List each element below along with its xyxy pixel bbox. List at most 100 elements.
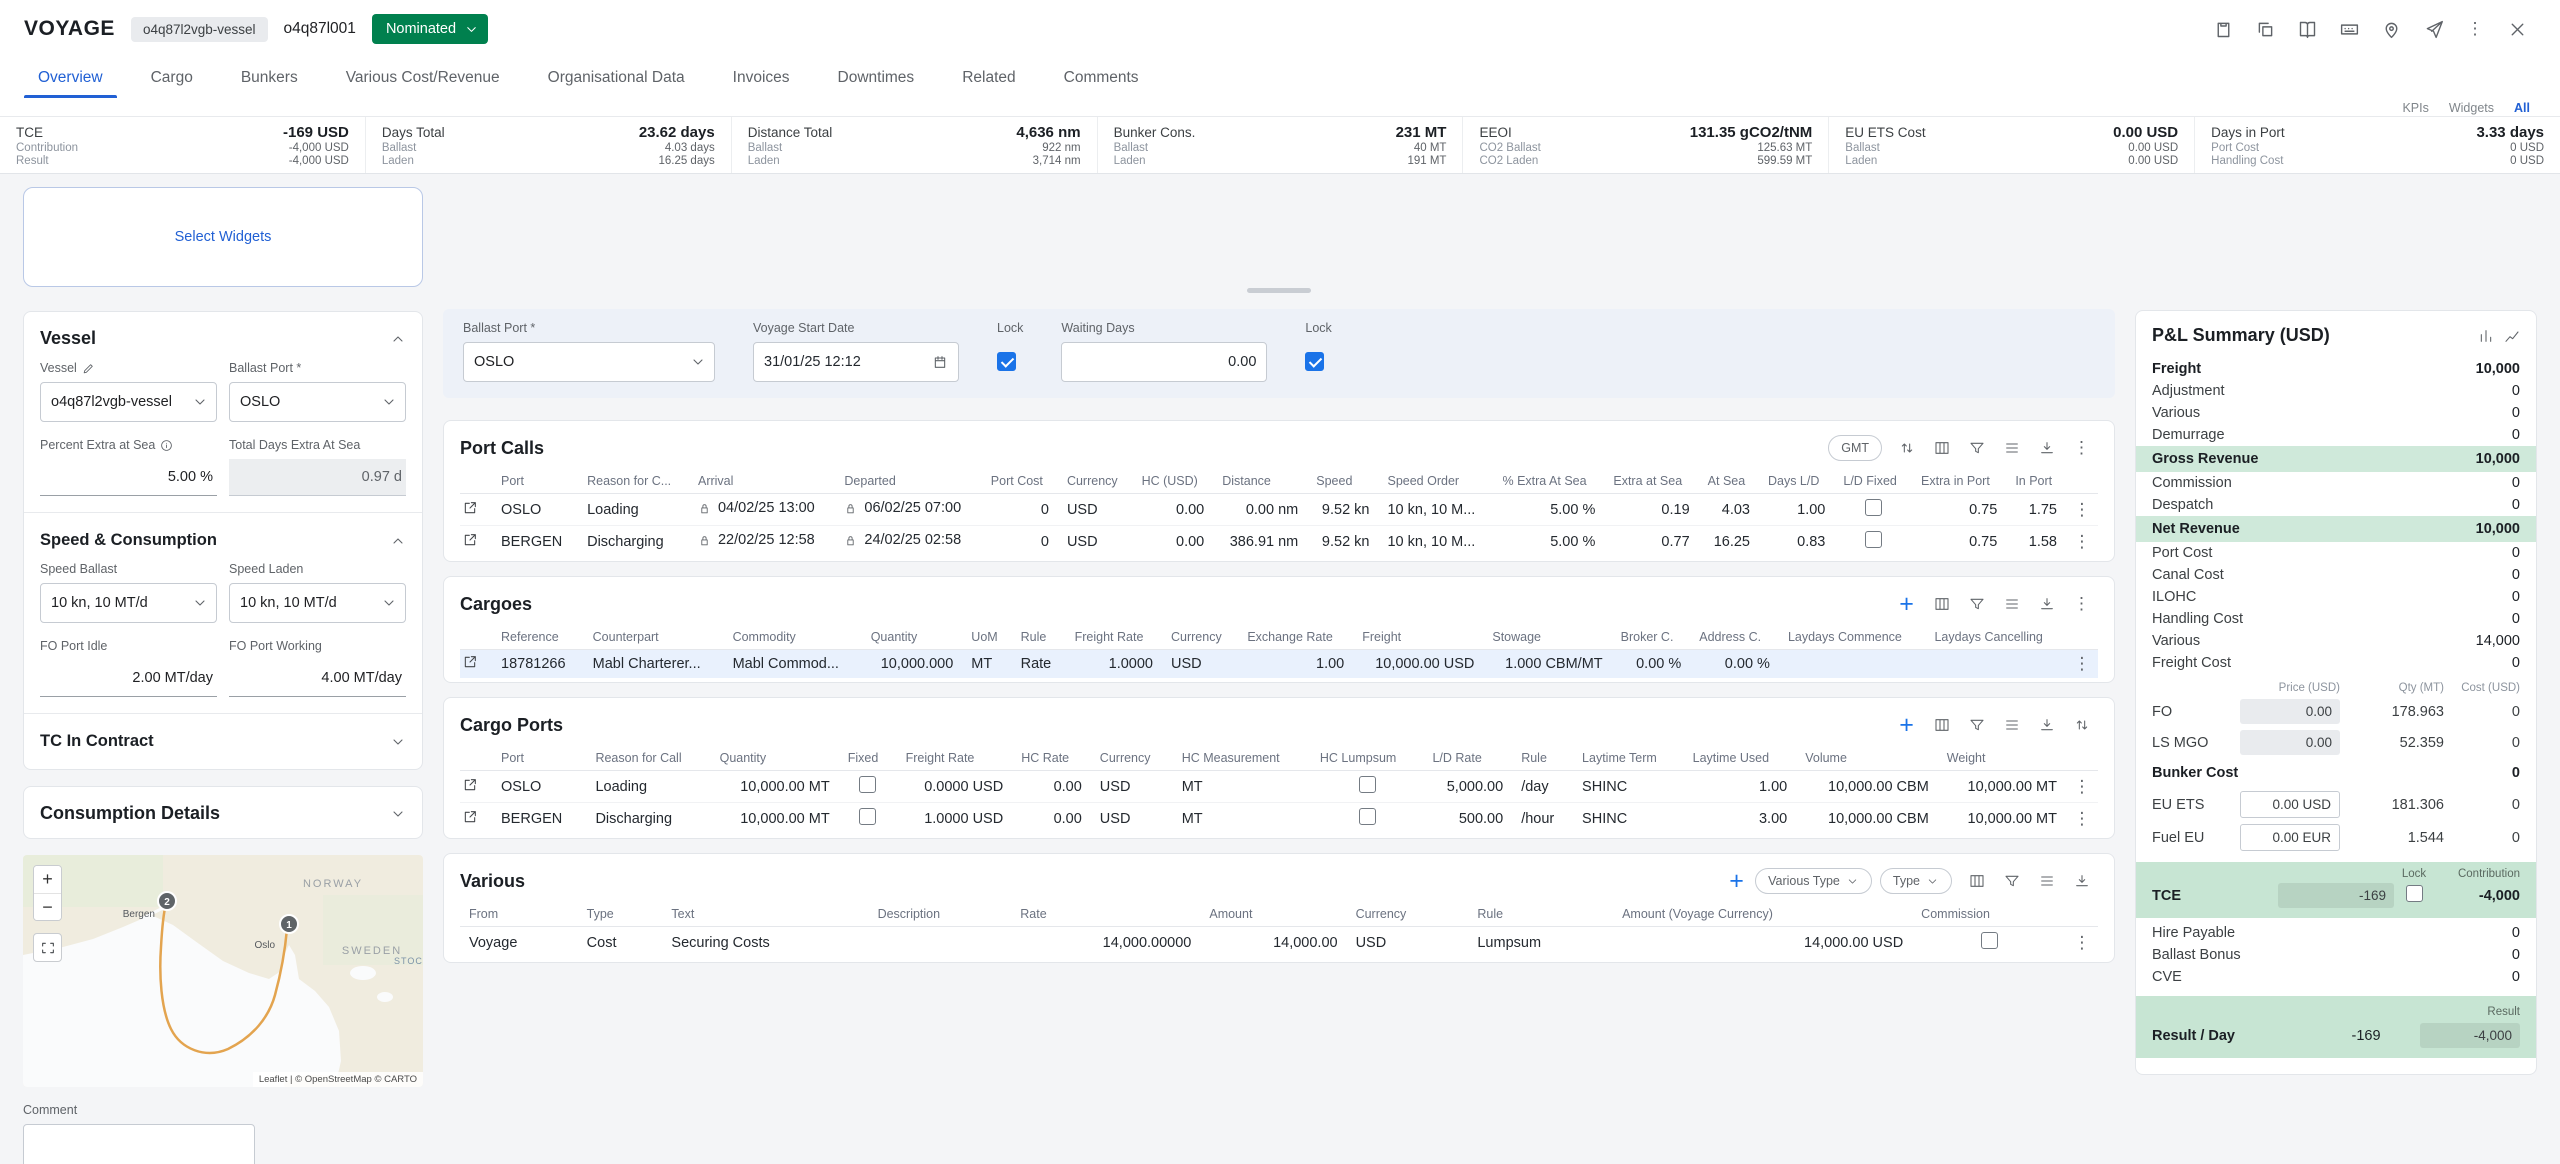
percent-extra-input[interactable]: 5.00 % <box>40 459 217 496</box>
link-all[interactable]: All <box>2514 101 2530 115</box>
status-dropdown[interactable]: Nominated <box>372 14 488 44</box>
tab-cargo[interactable]: Cargo <box>127 58 217 98</box>
more-vert-icon[interactable]: ⋮ <box>2065 433 2098 463</box>
fo-port-working-input[interactable]: 4.00 MT/day <box>229 660 406 697</box>
waiting-days-input[interactable]: 0.00 <box>1061 342 1267 382</box>
menu-icon[interactable] <box>1995 589 2028 619</box>
link-widgets[interactable]: Widgets <box>2449 101 2494 115</box>
route-map[interactable]: NORWAY SWEDEN STOCKHOLM Oslo Bergen 2 1 … <box>23 855 423 1087</box>
row-menu-icon[interactable]: ⋮ <box>2074 809 2091 828</box>
hc-lumpsum-checkbox[interactable] <box>1359 776 1376 793</box>
hc-lumpsum-checkbox[interactable] <box>1359 808 1376 825</box>
waiting-days-lock-checkbox[interactable] <box>1305 352 1324 371</box>
add-cargo-icon[interactable]: + <box>1890 589 1923 619</box>
sort-icon[interactable] <box>1890 433 1923 463</box>
commission-checkbox[interactable] <box>1981 932 1998 949</box>
add-various-icon[interactable]: + <box>1720 866 1753 896</box>
send-icon[interactable] <box>2414 10 2452 48</box>
tab-related[interactable]: Related <box>938 58 1039 98</box>
more-vert-icon[interactable]: ⋮ <box>2065 589 2098 619</box>
start-date-input[interactable]: 31/01/25 12:12 <box>753 342 959 382</box>
row-menu-icon[interactable]: ⋮ <box>2074 777 2091 796</box>
tab-bunkers[interactable]: Bunkers <box>217 58 322 98</box>
tab-overview[interactable]: Overview <box>14 58 127 98</box>
map-attribution[interactable]: Leaflet | © OpenStreetMap © CARTO <box>253 1072 423 1087</box>
filter-icon[interactable] <box>1960 710 1993 740</box>
row-menu-icon[interactable]: ⋮ <box>2074 500 2091 519</box>
fullscreen-button[interactable] <box>33 933 62 962</box>
menu-icon[interactable] <box>2030 866 2063 896</box>
row-menu-icon[interactable]: ⋮ <box>2074 532 2091 551</box>
open-row-icon[interactable] <box>462 654 478 670</box>
columns-icon[interactable] <box>1925 433 1958 463</box>
download-icon[interactable] <box>2030 589 2063 619</box>
keyboard-icon[interactable] <box>2330 10 2368 48</box>
ld-fixed-checkbox[interactable] <box>1865 531 1882 548</box>
open-row-icon[interactable] <box>462 777 478 793</box>
open-row-icon[interactable] <box>462 809 478 825</box>
speed-laden-select[interactable]: 10 kn, 10 MT/d <box>229 583 406 623</box>
start-date-lock-checkbox[interactable] <box>997 352 1016 371</box>
map-marker-1[interactable]: 1 <box>280 915 298 933</box>
gmt-toggle[interactable]: GMT <box>1828 435 1882 461</box>
tab-comments[interactable]: Comments <box>1040 58 1163 98</box>
tab-invoices[interactable]: Invoices <box>709 58 814 98</box>
open-row-icon[interactable] <box>462 500 478 516</box>
zoom-in-button[interactable]: + <box>34 866 61 893</box>
download-icon[interactable] <box>2065 866 2098 896</box>
row-menu-icon[interactable]: ⋮ <box>2074 654 2091 673</box>
resize-handle[interactable] <box>1247 288 1311 293</box>
tab-downtimes[interactable]: Downtimes <box>814 58 939 98</box>
fuel-eu-price-input[interactable]: 0.00 EUR <box>2240 824 2340 851</box>
open-row-icon[interactable] <box>462 532 478 548</box>
various-type-filter[interactable]: Various Type <box>1755 868 1872 894</box>
bar-chart-icon[interactable] <box>2478 328 2494 344</box>
select-widgets-link[interactable]: Select Widgets <box>175 229 272 245</box>
vessel-badge[interactable]: o4q87l2vgb-vessel <box>131 17 268 42</box>
consumption-details-header[interactable]: Consumption Details <box>40 801 406 832</box>
tce-input[interactable]: -169 <box>2278 883 2394 908</box>
download-icon[interactable] <box>2030 710 2063 740</box>
columns-icon[interactable] <box>1925 710 1958 740</box>
tab-organisational-data[interactable]: Organisational Data <box>524 58 709 98</box>
form-ballast-port-select[interactable]: OSLO <box>463 342 715 382</box>
more-vert-icon[interactable]: ⋮ <box>2456 10 2494 48</box>
filter-icon[interactable] <box>1995 866 2028 896</box>
tab-various-cost-revenue[interactable]: Various Cost/Revenue <box>322 58 524 98</box>
tc-in-contract-header[interactable]: TC In Contract <box>40 730 406 753</box>
menu-icon[interactable] <box>1995 710 2028 740</box>
pin-icon[interactable] <box>2372 10 2410 48</box>
zoom-out-button[interactable]: − <box>34 893 61 920</box>
columns-icon[interactable] <box>1960 866 1993 896</box>
comment-textarea[interactable] <box>23 1124 255 1164</box>
fo-port-idle-input[interactable]: 2.00 MT/day <box>40 660 217 697</box>
add-cargo-port-icon[interactable]: + <box>1890 710 1923 740</box>
filter-icon[interactable] <box>1960 433 1993 463</box>
fixed-checkbox[interactable] <box>859 776 876 793</box>
tce-lock-checkbox[interactable] <box>2406 885 2423 902</box>
fixed-checkbox[interactable] <box>859 808 876 825</box>
ballast-port-select[interactable]: OSLO <box>229 382 406 422</box>
copy-icon[interactable] <box>2246 10 2284 48</box>
menu-icon[interactable] <box>1995 433 2028 463</box>
type-filter[interactable]: Type <box>1880 868 1952 894</box>
row-menu-icon[interactable]: ⋮ <box>2074 933 2091 952</box>
line-chart-icon[interactable] <box>2504 328 2520 344</box>
map-marker-2[interactable]: 2 <box>158 892 176 910</box>
vessel-select[interactable]: o4q87l2vgb-vessel <box>40 382 217 422</box>
filter-icon[interactable] <box>1960 589 1993 619</box>
download-icon[interactable] <box>2030 433 2063 463</box>
close-icon[interactable] <box>2498 10 2536 48</box>
columns-icon[interactable] <box>1925 589 1958 619</box>
speed-section-header[interactable]: Speed & Consumption <box>40 529 406 562</box>
fo-price-input[interactable]: 0.00 <box>2240 699 2340 724</box>
book-icon[interactable] <box>2288 10 2326 48</box>
eu-ets-price-input[interactable]: 0.00 USD <box>2240 791 2340 818</box>
ld-fixed-checkbox[interactable] <box>1865 499 1882 516</box>
lsmgo-price-input[interactable]: 0.00 <box>2240 730 2340 755</box>
edit-pencil-icon[interactable] <box>82 362 95 375</box>
speed-ballast-select[interactable]: 10 kn, 10 MT/d <box>40 583 217 623</box>
vessel-section-header[interactable]: Vessel <box>40 326 406 361</box>
link-kpis[interactable]: KPIs <box>2402 101 2428 115</box>
reorder-icon[interactable] <box>2065 710 2098 740</box>
